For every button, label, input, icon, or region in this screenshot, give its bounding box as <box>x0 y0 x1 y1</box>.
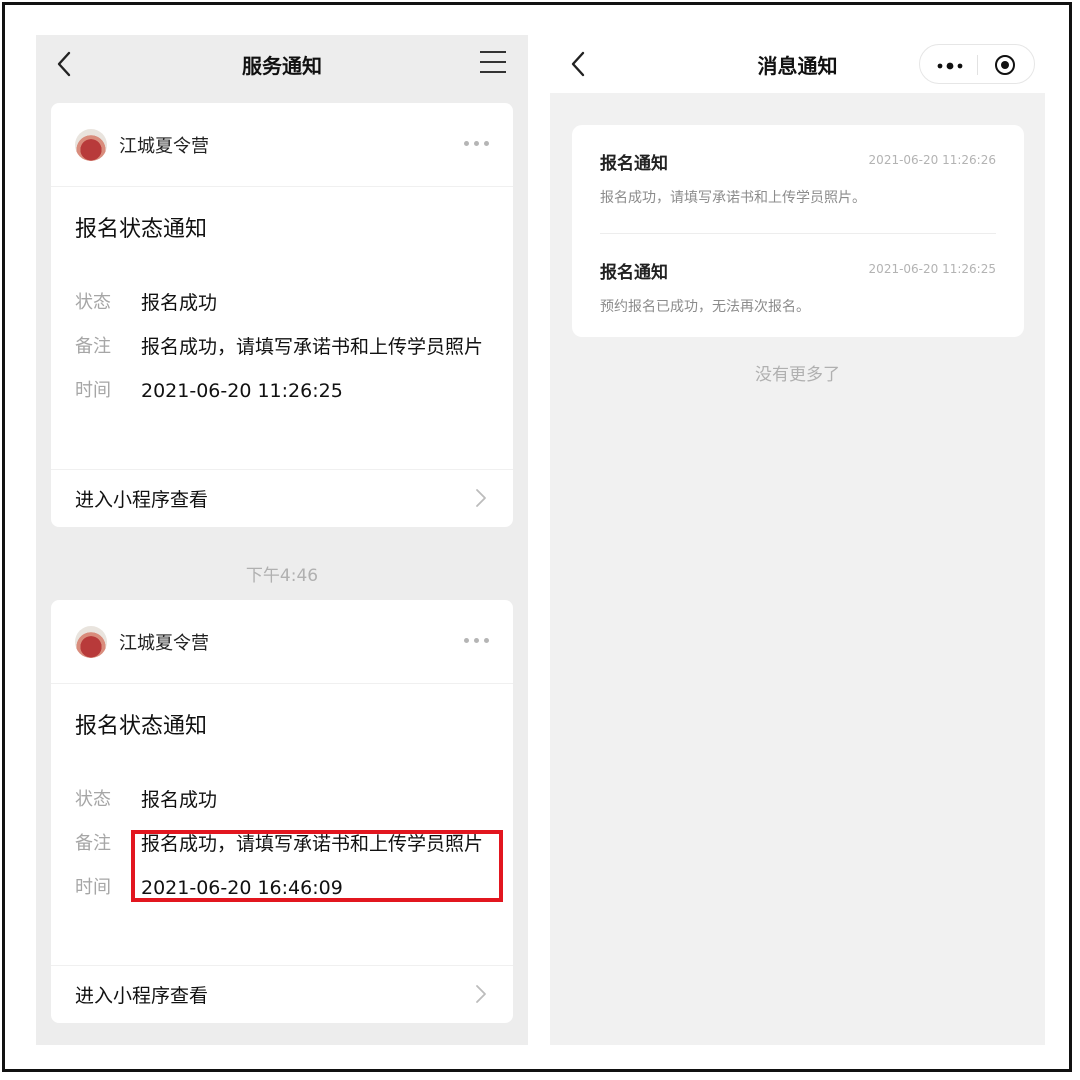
capsule-divider <box>977 55 978 75</box>
page-title: 服务通知 <box>242 53 322 78</box>
list-end-text: 没有更多了 <box>755 365 840 385</box>
time-separator: 下午4:46 <box>245 566 319 586</box>
field-row: 状态 报名成功 <box>75 291 489 315</box>
open-miniprogram-link[interactable]: 进入小程序查看 <box>51 469 513 527</box>
back-icon[interactable] <box>568 49 590 79</box>
chevron-right-icon <box>476 985 486 1003</box>
more-icon[interactable] <box>464 638 489 643</box>
more-icon[interactable] <box>937 62 963 70</box>
card-body: 报名状态通知 状态 报名成功 备注 报名成功，请填写承诺书和上传学员照片 时间 … <box>51 187 513 403</box>
field-row: 备注 报名成功，请填写承诺书和上传学员照片 <box>75 335 489 359</box>
open-miniprogram-label: 进入小程序查看 <box>75 489 209 511</box>
field-value: 报名成功 <box>141 292 218 314</box>
message-time: 2021-06-20 11:26:26 <box>868 153 996 167</box>
menu-icon[interactable] <box>480 51 506 75</box>
list-item[interactable]: 报名通知 2021-06-20 11:26:25 预约报名已成功，无法再次报名。 <box>600 233 996 342</box>
message-title: 报名通知 <box>600 263 668 283</box>
app-name[interactable]: 江城夏令营 <box>119 629 209 655</box>
message-desc: 预约报名已成功，无法再次报名。 <box>600 299 810 315</box>
message-time: 2021-06-20 11:26:25 <box>868 262 996 276</box>
chevron-right-icon <box>476 489 486 507</box>
card-header: 江城夏令营 <box>51 600 513 684</box>
back-icon[interactable] <box>54 49 76 79</box>
nav-bar: 消息通知 <box>550 35 1045 93</box>
field-label: 时间 <box>75 380 111 401</box>
avatar[interactable] <box>75 128 107 161</box>
card-header: 江城夏令营 <box>51 103 513 187</box>
message-desc: 报名成功，请填写承诺书和上传学员照片。 <box>600 190 866 206</box>
avatar[interactable] <box>75 625 107 658</box>
field-value: 2021-06-20 11:26:25 <box>141 380 343 402</box>
field-label: 备注 <box>75 336 111 357</box>
notification-card: 江城夏令营 报名状态通知 状态 报名成功 备注 报名成功，请填写承诺书和上传学员… <box>51 600 513 1023</box>
service-notification-panel: 服务通知 江城夏令营 报名状态通知 状态 报名成功 备注 报名成功，请填写承诺书… <box>36 35 528 1045</box>
close-miniprogram-icon[interactable] <box>994 54 1016 76</box>
notice-title: 报名状态通知 <box>75 714 208 739</box>
field-label: 状态 <box>75 789 111 810</box>
nav-bar: 服务通知 <box>36 35 528 93</box>
miniprogram-capsule <box>919 44 1035 84</box>
field-row: 状态 报名成功 <box>75 788 489 812</box>
message-list: 报名通知 2021-06-20 11:26:26 报名成功，请填写承诺书和上传学… <box>572 125 1024 337</box>
field-label: 状态 <box>75 292 111 313</box>
field-value: 报名成功，请填写承诺书和上传学员照片 <box>141 336 484 358</box>
field-row: 时间 2021-06-20 11:26:25 <box>75 379 489 403</box>
page-title: 消息通知 <box>757 53 838 78</box>
notification-card: 江城夏令营 报名状态通知 状态 报名成功 备注 报名成功，请填写承诺书和上传学员… <box>51 103 513 527</box>
message-title: 报名通知 <box>600 154 668 174</box>
list-item[interactable]: 报名通知 2021-06-20 11:26:26 报名成功，请填写承诺书和上传学… <box>600 125 996 233</box>
field-value: 报名成功 <box>141 789 218 811</box>
message-notification-panel: 消息通知 报名通知 2021-06-20 11:26:26 报名成功，请填写承诺… <box>550 35 1045 1045</box>
app-name[interactable]: 江城夏令营 <box>119 132 209 158</box>
more-icon[interactable] <box>464 141 489 146</box>
open-miniprogram-label: 进入小程序查看 <box>75 985 209 1007</box>
open-miniprogram-link[interactable]: 进入小程序查看 <box>51 965 513 1023</box>
notice-title: 报名状态通知 <box>75 217 208 242</box>
highlight-box <box>131 830 503 902</box>
